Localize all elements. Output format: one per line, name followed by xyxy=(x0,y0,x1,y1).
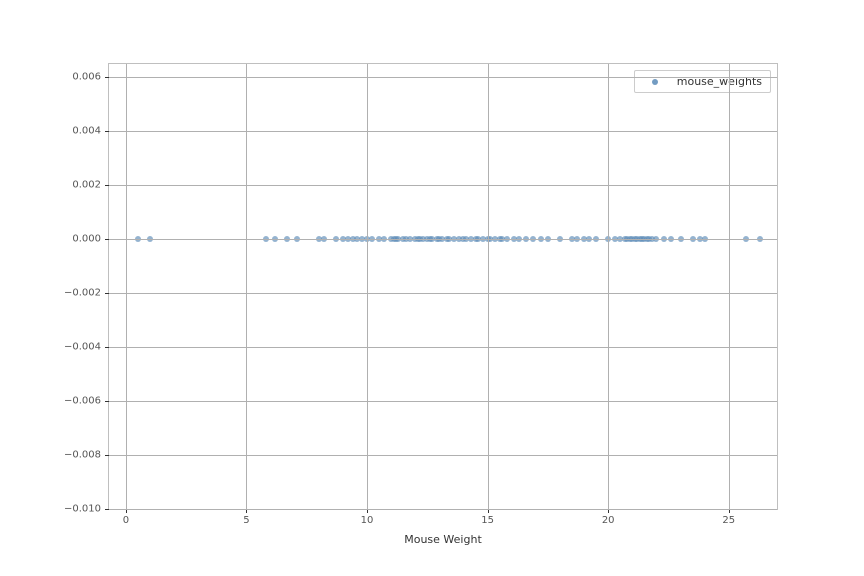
gridline-h xyxy=(109,293,777,294)
y-tick-label: 0.000 xyxy=(72,234,101,245)
y-tick-label: −0.002 xyxy=(64,288,101,299)
gridline-h xyxy=(109,185,777,186)
gridline-h xyxy=(109,509,777,510)
y-tick xyxy=(105,455,109,456)
gridline-h xyxy=(109,347,777,348)
y-tick xyxy=(105,185,109,186)
x-tick-label: 25 xyxy=(722,515,735,526)
y-tick-label: −0.004 xyxy=(64,342,101,353)
y-tick-label: −0.008 xyxy=(64,450,101,461)
chart-axes: mouse_weights Mouse Weight 0510152025−0.… xyxy=(108,63,778,510)
y-tick-label: −0.010 xyxy=(64,504,101,515)
x-tick-label: 15 xyxy=(481,515,494,526)
y-tick xyxy=(105,293,109,294)
x-tick-label: 10 xyxy=(361,515,374,526)
y-tick xyxy=(105,77,109,78)
gridline-h xyxy=(109,131,777,132)
y-tick xyxy=(105,509,109,510)
y-tick xyxy=(105,131,109,132)
y-tick-label: 0.004 xyxy=(72,126,101,137)
y-tick-label: 0.006 xyxy=(72,72,101,83)
y-tick xyxy=(105,401,109,402)
y-tick xyxy=(105,347,109,348)
y-tick xyxy=(105,239,109,240)
gridline-h xyxy=(109,401,777,402)
figure: mouse_weights Mouse Weight 0 5 10 15 20 25 −0.… xyxy=(0,0,864,576)
gridline-h xyxy=(109,455,777,456)
x-tick-label: 0 xyxy=(123,515,129,526)
x-axis-label: Mouse Weight xyxy=(404,533,482,546)
gridline-h xyxy=(109,77,777,78)
gridline-h xyxy=(109,239,777,240)
x-tick-label: 20 xyxy=(602,515,615,526)
y-tick-label: 0.002 xyxy=(72,180,101,191)
y-tick-label: −0.006 xyxy=(64,396,101,407)
x-tick-label: 5 xyxy=(243,515,249,526)
legend-dot-icon xyxy=(652,79,658,85)
legend: mouse_weights xyxy=(634,70,771,93)
